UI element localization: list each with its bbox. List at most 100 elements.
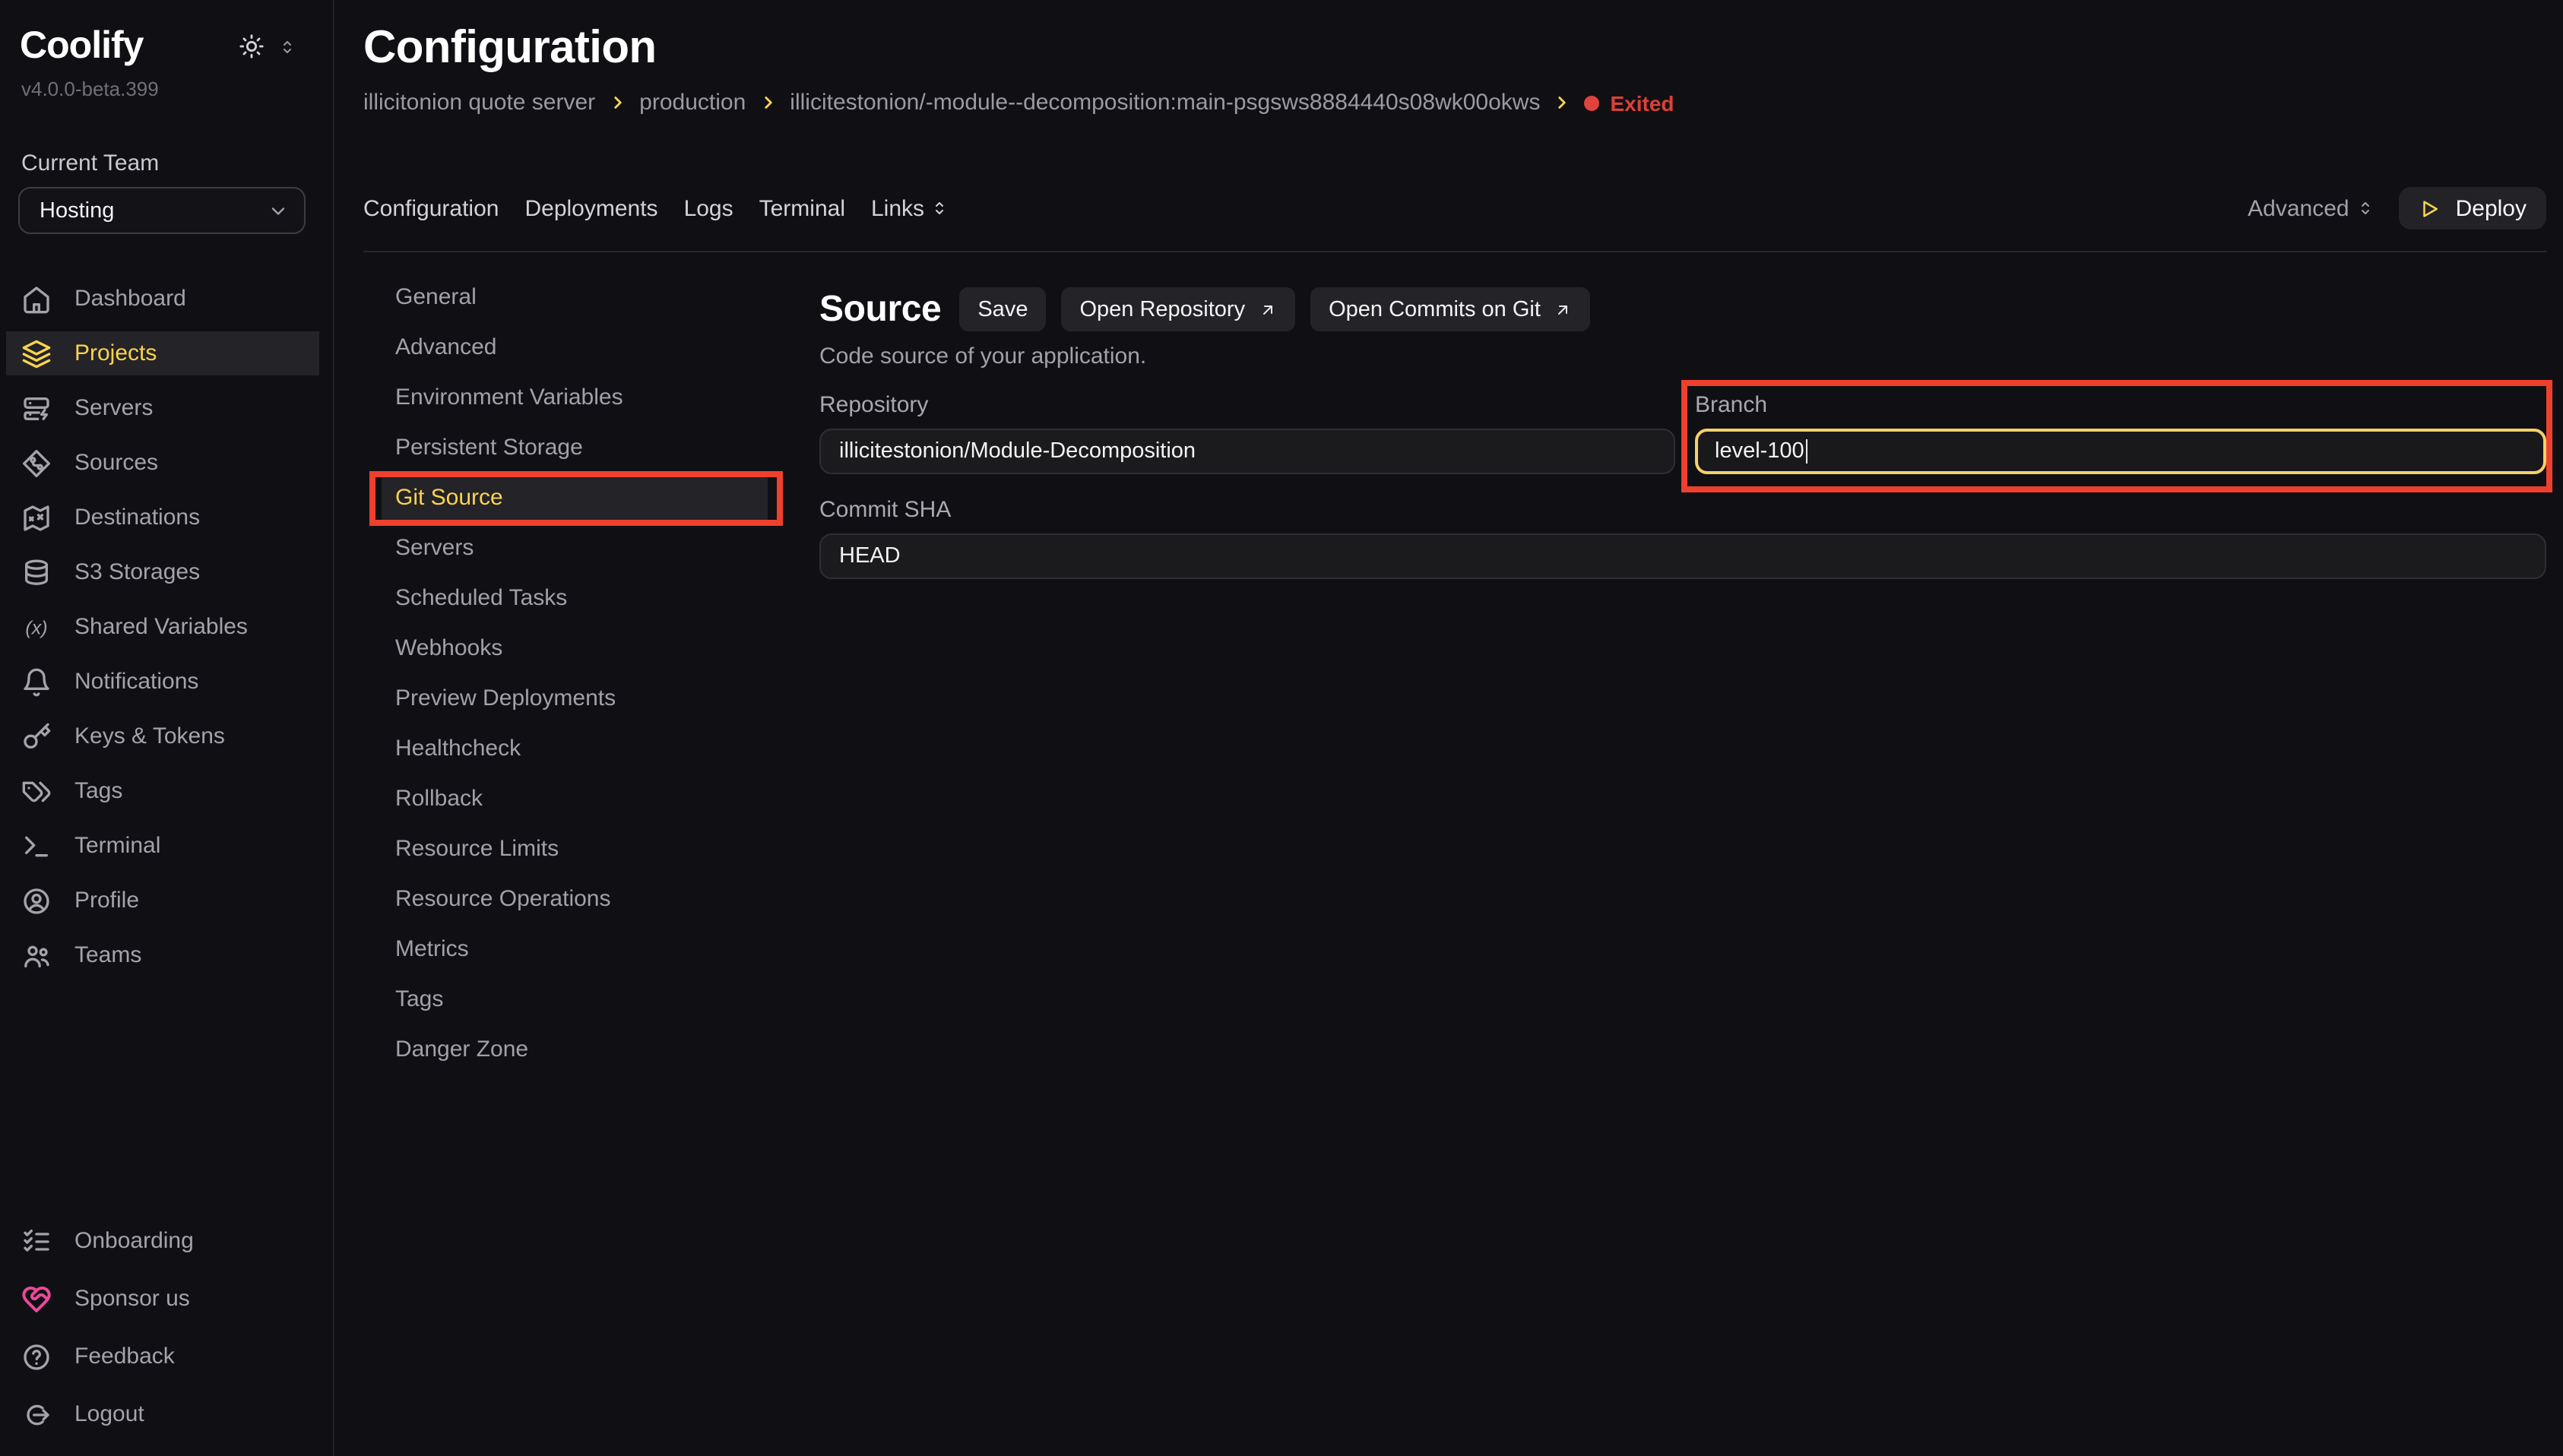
sidebar-item-dashboard[interactable]: Dashboard: [6, 277, 319, 321]
breadcrumb-project[interactable]: illicitonion quote server: [363, 90, 595, 116]
chevron-right-icon: [1552, 93, 1572, 112]
tab-deployments[interactable]: Deployments: [524, 195, 657, 221]
chevron-right-icon: [607, 93, 627, 112]
app-logo: Coolify: [20, 24, 143, 68]
subnav-item-resource-operations[interactable]: Resource Operations: [382, 878, 768, 921]
sidebar-footer-nav: Onboarding Sponsor us Feedback Logout: [0, 1219, 333, 1436]
sidebar-item-keys-tokens[interactable]: Keys & Tokens: [6, 714, 319, 758]
config-subnav: General Advanced Environment Variables P…: [363, 252, 819, 1079]
repository-field: Repository: [819, 391, 1675, 474]
sidebar-item-label: Sponsor us: [74, 1286, 190, 1312]
branch-label: Branch: [1695, 391, 2546, 419]
bell-icon: [21, 666, 52, 697]
subnav-item-metrics[interactable]: Metrics: [382, 929, 768, 971]
open-repository-label: Open Repository: [1079, 297, 1245, 321]
sidebar-item-shared-variables[interactable]: (x) Shared Variables: [6, 605, 319, 649]
sidebar-item-label: Onboarding: [74, 1228, 194, 1254]
branch-input[interactable]: level-100: [1695, 429, 2546, 474]
source-heading: Source: [819, 288, 941, 331]
play-icon: [2419, 197, 2442, 220]
status-text: Exited: [1610, 90, 1674, 115]
tab-terminal[interactable]: Terminal: [759, 195, 845, 221]
sidebar-item-tags[interactable]: Tags: [6, 769, 319, 813]
tab-configuration[interactable]: Configuration: [363, 195, 499, 221]
sidebar-item-label: Sources: [74, 450, 158, 476]
sidebar-item-sources[interactable]: Sources: [6, 441, 319, 485]
commit-sha-label: Commit SHA: [819, 495, 2546, 524]
sun-icon[interactable]: [239, 33, 265, 59]
subnav-item-webhooks[interactable]: Webhooks: [382, 628, 768, 670]
open-commits-label: Open Commits on Git: [1329, 297, 1541, 321]
sidebar-item-feedback[interactable]: Feedback: [6, 1334, 319, 1378]
tab-logs[interactable]: Logs: [684, 195, 733, 221]
team-select[interactable]: Hosting: [18, 187, 306, 234]
subnav-item-git-source[interactable]: Git Source: [382, 477, 768, 520]
subnav-item-tags[interactable]: Tags: [382, 979, 768, 1021]
advanced-label: Advanced: [2248, 195, 2349, 221]
sidebar-item-terminal[interactable]: Terminal: [6, 824, 319, 868]
sidebar-item-profile[interactable]: Profile: [6, 878, 319, 923]
commit-sha-field: Commit SHA: [819, 495, 2546, 579]
open-repository-button[interactable]: Open Repository: [1061, 287, 1295, 331]
logo-row: Coolify: [0, 0, 333, 68]
breadcrumb-environment[interactable]: production: [639, 90, 746, 116]
server-icon: [21, 393, 52, 423]
sidebar-item-s3-storages[interactable]: S3 Storages: [6, 550, 319, 594]
save-button[interactable]: Save: [959, 287, 1046, 331]
sidebar-item-label: Destinations: [74, 505, 200, 530]
sidebar-item-sponsor-us[interactable]: Sponsor us: [6, 1277, 319, 1321]
tags-icon: [21, 776, 52, 806]
help-circle-icon: [21, 1341, 52, 1372]
subnav-item-environment-variables[interactable]: Environment Variables: [382, 377, 768, 419]
sidebar-item-projects[interactable]: Projects: [6, 331, 319, 375]
open-commits-button[interactable]: Open Commits on Git: [1310, 287, 1591, 331]
users-icon: [21, 940, 52, 970]
deploy-button[interactable]: Deploy: [2400, 187, 2546, 229]
subnav-item-servers[interactable]: Servers: [382, 527, 768, 570]
subnav-item-resource-limits[interactable]: Resource Limits: [382, 828, 768, 871]
subnav-item-persistent-storage[interactable]: Persistent Storage: [382, 427, 768, 470]
subnav-item-preview-deployments[interactable]: Preview Deployments: [382, 678, 768, 720]
advanced-menu[interactable]: Advanced: [2248, 195, 2374, 221]
repository-input[interactable]: [819, 429, 1675, 474]
up-right-icon: [1259, 300, 1277, 318]
theme-selector-icon[interactable]: [278, 37, 296, 55]
status-dot-icon: [1584, 95, 1599, 110]
commit-sha-input[interactable]: [819, 533, 2546, 579]
branch-value: level-100: [1715, 439, 1804, 464]
sidebar-item-destinations[interactable]: Destinations: [6, 495, 319, 540]
sidebar-item-logout[interactable]: Logout: [6, 1392, 319, 1436]
sidebar: Coolify v4.0.0-beta.399 Current Team Hos…: [0, 0, 334, 1456]
subnav-item-general[interactable]: General: [382, 277, 768, 319]
heart-icon: [21, 1283, 52, 1314]
breadcrumb: illicitonion quote server production ill…: [363, 90, 2546, 116]
source-description: Code source of your application.: [819, 343, 2546, 369]
main-content: Configuration illicitonion quote server …: [334, 0, 2563, 1456]
selector-icon: [2357, 199, 2375, 217]
status-badge: Exited: [1584, 90, 1674, 115]
terminal-icon: [21, 831, 52, 861]
subnav-item-healthcheck[interactable]: Healthcheck: [382, 728, 768, 771]
layers-icon: [21, 338, 52, 369]
sidebar-item-notifications[interactable]: Notifications: [6, 660, 319, 704]
checklist-icon: [21, 1226, 52, 1256]
breadcrumb-application[interactable]: illicitestonion/-module--decomposition:m…: [790, 90, 1540, 116]
subnav-item-rollback[interactable]: Rollback: [382, 778, 768, 821]
subnav-item-advanced[interactable]: Advanced: [382, 327, 768, 369]
subnav-item-scheduled-tasks[interactable]: Scheduled Tasks: [382, 578, 768, 620]
coolify-app: Coolify v4.0.0-beta.399 Current Team Hos…: [0, 0, 2563, 1456]
map-icon: [21, 502, 52, 533]
tab-links[interactable]: Links: [871, 195, 949, 221]
home-icon: [21, 283, 52, 314]
source-fields: Repository Branch level-100 Commit SHA: [819, 391, 2546, 579]
sidebar-item-label: Profile: [74, 888, 139, 913]
sidebar-item-label: Servers: [74, 395, 153, 421]
key-icon: [21, 721, 52, 752]
sidebar-item-label: Tags: [74, 778, 122, 804]
configuration-content: General Advanced Environment Variables P…: [363, 252, 2546, 1079]
subnav-item-danger-zone[interactable]: Danger Zone: [382, 1029, 768, 1071]
sidebar-item-servers[interactable]: Servers: [6, 386, 319, 430]
sidebar-item-onboarding[interactable]: Onboarding: [6, 1219, 319, 1263]
sidebar-item-teams[interactable]: Teams: [6, 933, 319, 977]
sidebar-item-label: Feedback: [74, 1344, 175, 1369]
